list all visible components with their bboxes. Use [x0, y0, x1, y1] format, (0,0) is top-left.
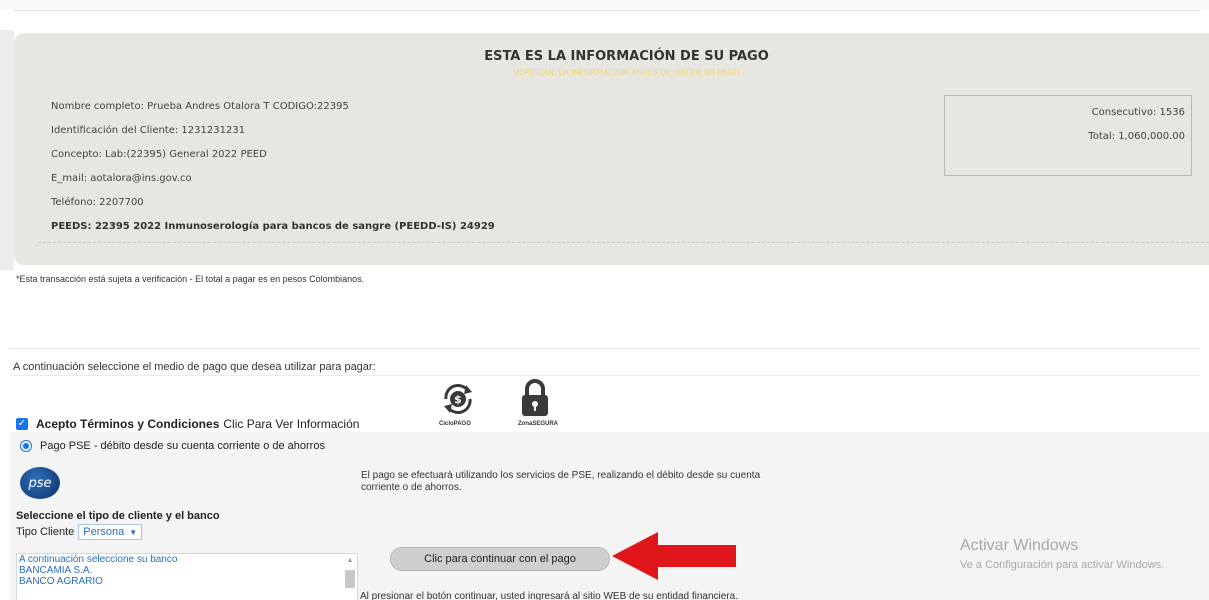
terms-checkbox[interactable]: ✓ — [16, 418, 28, 430]
windows-activation-subtitle: Ve a Configuración para activar Windows. — [960, 559, 1165, 571]
payment-summary-box: Consecutivo: 1536 Total: 1,060,000.00 — [944, 95, 1192, 176]
section-divider-2 — [10, 375, 1200, 376]
payment-info-subtitle: VERIFIQUE LA INFORMACIÓN ANTES DE HACER … — [513, 68, 740, 77]
client-type-select[interactable]: Persona ▼ — [78, 524, 143, 540]
client-type-value: Persona — [83, 526, 125, 538]
client-type-label: Tipo Cliente — [16, 526, 75, 538]
redirect-note: Al presionar el botón continuar, usted i… — [360, 591, 738, 600]
bank-option[interactable]: BANCO AGRARIO — [17, 576, 357, 587]
summary-total: Total: 1,060,000.00 — [1088, 131, 1185, 142]
ciclopago-label: CicloPAGO — [439, 421, 471, 427]
info-peeds: PEEDS: 22395 2022 Inmunoserología para b… — [51, 221, 495, 232]
pse-option[interactable]: Pago PSE - débito desde su cuenta corrie… — [20, 440, 325, 452]
continue-payment-button[interactable]: Clic para continuar con el pago — [390, 547, 610, 571]
info-email: E_mail: aotalora@ins.gov.co — [51, 173, 192, 184]
bank-option[interactable]: BANCAMIA S.A. — [17, 565, 357, 576]
bank-selection-heading: Seleccione el tipo de cliente y el banco — [16, 510, 220, 522]
summary-consecutivo: Consecutivo: 1536 — [1091, 107, 1185, 118]
bank-option[interactable]: A continuación seleccione su banco — [17, 554, 357, 565]
select-method-text: A continuación seleccione el medio de pa… — [13, 361, 376, 373]
bank-list-scrollbar[interactable]: ▲ — [345, 556, 355, 600]
scroll-thumb[interactable] — [345, 570, 355, 588]
info-dashed-divider — [38, 242, 1209, 243]
info-concept: Concepto: Lab:(22395) General 2022 PEED — [51, 149, 267, 160]
ciclopago-icon: $ — [438, 380, 478, 423]
verification-disclaimer: *Esta transacción está sujeta a verifica… — [16, 274, 365, 284]
svg-text:$: $ — [454, 393, 462, 406]
left-background-strip — [0, 30, 14, 270]
terms-label: Acepto Términos y Condiciones — [36, 417, 220, 431]
scroll-up-icon[interactable]: ▲ — [345, 556, 355, 566]
top-divider — [14, 10, 1199, 11]
pse-description: El pago se efectuará utilizando los serv… — [361, 470, 761, 493]
pse-option-label: Pago PSE - débito desde su cuenta corrie… — [40, 440, 325, 452]
info-phone: Teléfono: 2207700 — [51, 197, 144, 208]
windows-activation-title: Activar Windows — [960, 537, 1079, 554]
payment-info-title: ESTA ES LA INFORMACIÓN DE SU PAGO — [484, 49, 769, 64]
terms-row: ✓ Acepto Términos y Condiciones Clic Par… — [16, 417, 359, 431]
client-type-row: Tipo Cliente Persona ▼ — [16, 524, 143, 540]
zonasegura-label: ZonaSEGURA — [518, 421, 559, 427]
red-arrow-icon — [612, 530, 738, 587]
pse-radio[interactable] — [20, 440, 32, 452]
section-divider — [10, 348, 1200, 349]
chevron-down-icon: ▼ — [129, 527, 138, 537]
top-background — [0, 0, 1209, 10]
pse-logo: pse — [20, 467, 60, 499]
bank-listbox[interactable]: A continuación seleccione su banco BANCA… — [16, 553, 358, 600]
info-full-name: Nombre completo: Prueba Andres Otalora T… — [51, 101, 349, 112]
info-client-id: Identificación del Cliente: 1231231231 — [51, 125, 246, 136]
padlock-icon — [518, 378, 552, 423]
terms-info-link[interactable]: Clic Para Ver Información — [223, 417, 359, 431]
